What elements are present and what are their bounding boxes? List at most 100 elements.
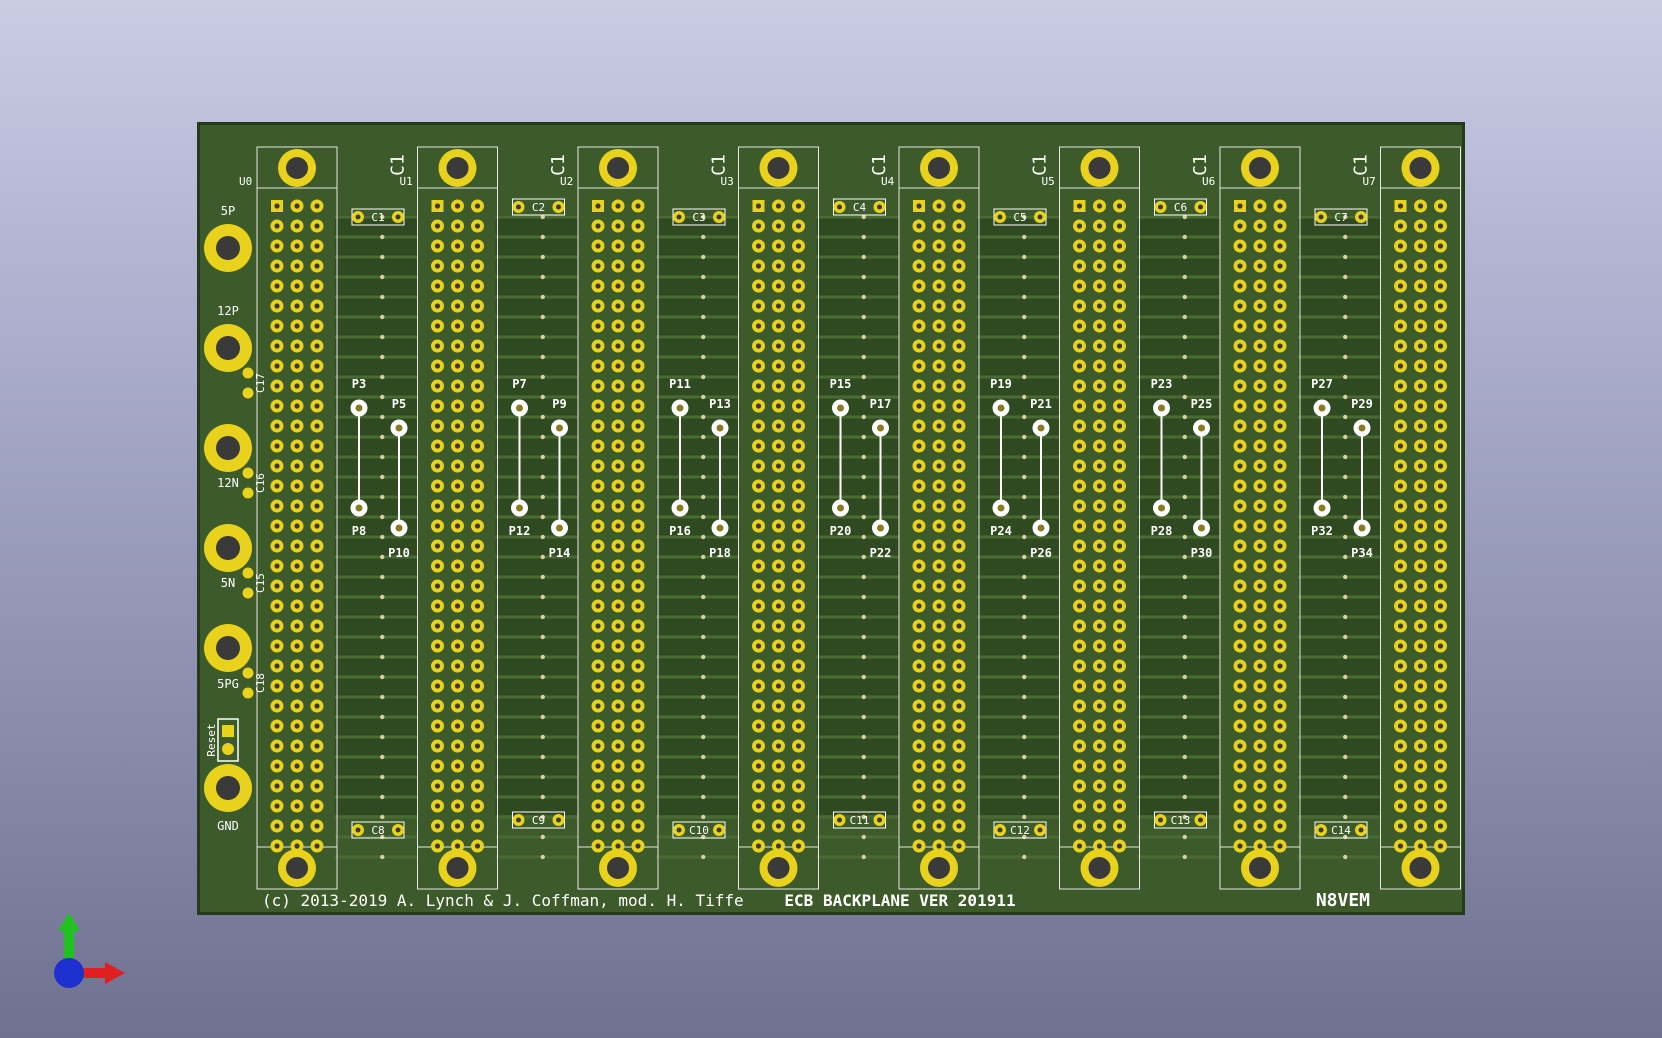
pin-drill: [474, 423, 481, 429]
pin-drill: [635, 703, 641, 709]
via: [861, 274, 866, 280]
side-cap-label: C16: [254, 473, 267, 493]
pin-drill: [936, 563, 942, 569]
pin-drill: [1076, 583, 1083, 589]
pin-drill: [474, 383, 481, 389]
pin-drill: [434, 683, 441, 689]
pin-drill: [274, 483, 280, 489]
pin-drill: [434, 623, 441, 629]
pin-drill: [916, 563, 922, 569]
pin-drill: [1397, 623, 1404, 629]
pcb-board[interactable]: U0 U1 U2 U3 U4 U5 U6 U7 C1 C1 C1 C1 C1 C1 C1 C1 C2 C3 C4 C5…: [197, 122, 1465, 915]
jumper-drill: [355, 504, 363, 512]
pin-drill: [1237, 823, 1243, 829]
cap-label: C9: [532, 814, 545, 827]
jumper-label: P22: [870, 546, 892, 560]
cap-drill: [355, 214, 361, 220]
via: [1182, 254, 1187, 260]
pin-drill: [1397, 583, 1404, 589]
via: [1022, 654, 1027, 660]
via: [380, 494, 385, 500]
pin-drill: [956, 403, 962, 409]
reset-pad: [222, 725, 234, 737]
pin-drill: [1417, 363, 1424, 369]
jumper-label: P13: [709, 397, 731, 411]
pin-drill: [1116, 443, 1123, 449]
pin-drill: [936, 203, 942, 209]
pin-drill: [635, 343, 641, 349]
pin-drill: [1397, 783, 1404, 789]
pin-drill: [1277, 363, 1283, 369]
pin-drill: [1116, 703, 1123, 709]
pin-drill: [775, 683, 782, 689]
pin-drill: [294, 623, 300, 629]
pin-drill: [916, 623, 922, 629]
pin-drill: [1417, 283, 1424, 289]
pin-drill: [1257, 543, 1263, 549]
pin-drill: [314, 603, 320, 609]
3d-viewer-canvas[interactable]: U0 U1 U2 U3 U4 U5 U6 U7 C1 C1 C1 C1 C1 C1 C1 C1 C2 C3 C4 C5…: [0, 0, 1662, 1038]
via: [1343, 714, 1348, 720]
via: [540, 314, 545, 320]
pin-drill: [1076, 563, 1083, 569]
pin-drill: [956, 363, 962, 369]
connector-cap-label: C1: [548, 154, 569, 176]
pin-drill: [595, 483, 601, 489]
pin-drill: [775, 603, 782, 609]
via: [701, 794, 706, 800]
trace-band: [495, 215, 578, 815]
pin-drill: [1237, 843, 1243, 849]
pin-drill: [1116, 203, 1123, 209]
pin-drill: [1257, 683, 1263, 689]
pin-drill: [274, 383, 280, 389]
pin-drill: [1076, 323, 1083, 329]
capacitor-c9: C9: [512, 811, 565, 829]
pin-drill: [595, 463, 601, 469]
pin-drill: [755, 303, 762, 309]
pin-drill: [956, 803, 962, 809]
pin-drill: [1257, 703, 1263, 709]
pin-drill: [1096, 443, 1103, 449]
via: [1182, 834, 1187, 840]
pin-drill: [454, 803, 461, 809]
via: [540, 774, 545, 780]
pin-drill: [474, 323, 481, 329]
cap-label: C11: [850, 814, 870, 827]
pin-drill: [1237, 343, 1243, 349]
pin-drill: [1277, 843, 1283, 849]
pin-drill: [635, 543, 641, 549]
pin-drill: [936, 403, 942, 409]
pin-drill: [1116, 483, 1123, 489]
pin-drill: [454, 843, 461, 849]
power-label: GND: [217, 819, 239, 833]
via: [1343, 734, 1348, 740]
via: [1022, 674, 1027, 680]
pin-drill: [294, 643, 300, 649]
pin-drill: [1096, 323, 1103, 329]
pin-drill: [1437, 203, 1444, 209]
pin-drill: [1257, 583, 1263, 589]
pin-drill: [956, 843, 962, 849]
via: [1343, 254, 1348, 260]
pin-drill: [434, 383, 441, 389]
pin-drill: [1417, 463, 1424, 469]
pin-drill: [1437, 683, 1444, 689]
via: [701, 854, 706, 860]
pin-drill: [595, 243, 601, 249]
power-terminal-5pg: 5PG: [204, 624, 252, 691]
trace-band: [335, 215, 418, 815]
via: [540, 794, 545, 800]
connector-u0: U0: [239, 146, 338, 890]
power-label: 5P: [221, 204, 235, 218]
pin-drill: [755, 403, 762, 409]
pin-drill: [956, 623, 962, 629]
cap-label: C6: [1174, 201, 1187, 214]
pin-drill: [1096, 743, 1103, 749]
pin-drill: [795, 583, 802, 589]
cap-drill: [556, 817, 561, 823]
pin-drill: [936, 803, 942, 809]
jumper-label: P25: [1191, 397, 1213, 411]
pin-drill: [1397, 683, 1404, 689]
axis-gizmo[interactable]: [45, 905, 135, 995]
jumper-drill: [556, 524, 563, 532]
